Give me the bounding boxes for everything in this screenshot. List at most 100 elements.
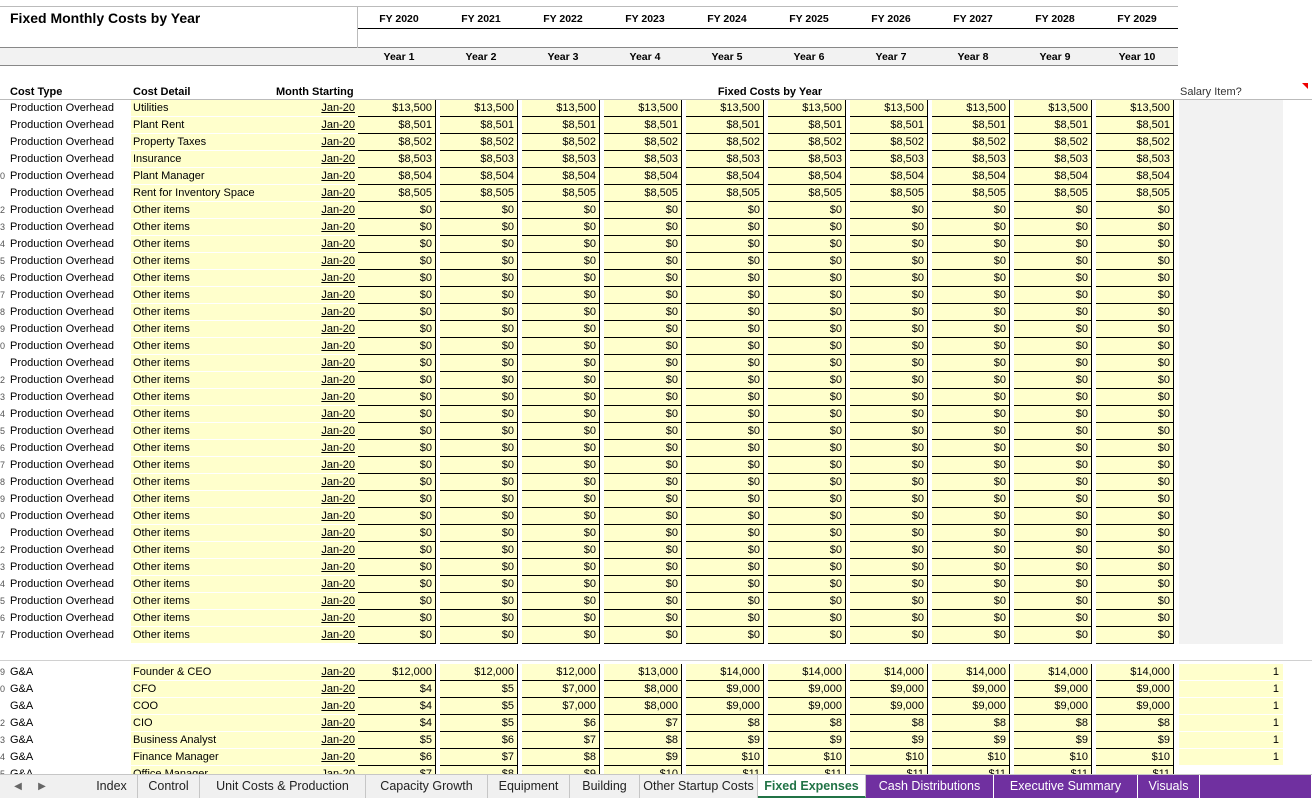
cost-detail-cell[interactable]: Other items [131,474,274,490]
fixed-cost-cell[interactable]: $13,500 [358,100,436,117]
fixed-cost-cell[interactable]: $8,502 [1014,134,1092,151]
fixed-cost-cell[interactable]: $0 [768,338,846,355]
fixed-cost-cell[interactable]: $0 [522,423,600,440]
fixed-cost-cell[interactable]: $0 [932,508,1010,525]
fixed-cost-cell[interactable]: $8,504 [850,168,928,185]
fixed-cost-cell[interactable]: $0 [440,406,518,423]
fixed-cost-cell[interactable]: $0 [850,576,928,593]
cost-type-cell[interactable]: Production Overhead [10,321,130,337]
cost-detail-cell[interactable]: Business Analyst [131,732,274,748]
fixed-cost-cell[interactable]: $8,503 [768,151,846,168]
tab-other-startup-costs[interactable]: Other Startup Costs [640,775,758,798]
fixed-cost-cell[interactable]: $0 [440,355,518,372]
fixed-cost-cell[interactable]: $8,504 [522,168,600,185]
cost-detail-cell[interactable]: Plant Manager [131,168,274,184]
month-starting-cell[interactable]: Jan-20 [274,664,358,680]
fixed-cost-cell[interactable]: $8,505 [604,185,682,202]
month-starting-cell[interactable]: Jan-20 [274,253,358,269]
fixed-cost-cell[interactable]: $0 [932,202,1010,219]
fixed-cost-cell[interactable]: $0 [522,576,600,593]
fixed-cost-cell[interactable]: $0 [440,627,518,644]
fixed-cost-cell[interactable]: $8 [522,749,600,766]
fixed-cost-cell[interactable]: $8,505 [768,185,846,202]
fixed-cost-cell[interactable]: $0 [850,610,928,627]
cost-detail-cell[interactable]: Rent for Inventory Space [131,185,274,201]
fixed-cost-cell[interactable]: $0 [1096,457,1174,474]
fixed-cost-cell[interactable]: $0 [358,202,436,219]
fixed-cost-cell[interactable]: $0 [768,202,846,219]
month-starting-cell[interactable]: Jan-20 [274,698,358,714]
fixed-cost-cell[interactable]: $8,501 [522,117,600,134]
fixed-cost-cell[interactable]: $0 [604,593,682,610]
fixed-cost-cell[interactable]: $11 [850,766,928,774]
fixed-cost-cell[interactable]: $11 [1096,766,1174,774]
fixed-cost-cell[interactable]: $8,501 [932,117,1010,134]
fixed-cost-cell[interactable]: $0 [604,525,682,542]
fixed-cost-cell[interactable]: $0 [440,525,518,542]
fixed-cost-cell[interactable]: $0 [358,338,436,355]
fixed-cost-cell[interactable]: $0 [686,491,764,508]
cost-detail-cell[interactable]: Other items [131,202,274,218]
fixed-cost-cell[interactable]: $0 [604,338,682,355]
cost-detail-cell[interactable]: Other items [131,321,274,337]
cost-type-cell[interactable]: Production Overhead [10,559,130,575]
fixed-cost-cell[interactable]: $8,504 [358,168,436,185]
fixed-cost-cell[interactable]: $8,505 [1014,185,1092,202]
tab-fixed-expenses[interactable]: Fixed Expenses [758,775,866,798]
cost-detail-cell[interactable]: Other items [131,610,274,626]
fixed-cost-cell[interactable]: $0 [932,576,1010,593]
fixed-cost-cell[interactable]: $8,504 [440,168,518,185]
fixed-cost-cell[interactable]: $8,504 [686,168,764,185]
fixed-cost-cell[interactable]: $0 [358,270,436,287]
cost-detail-cell[interactable]: Insurance [131,151,274,167]
fixed-cost-cell[interactable]: $0 [1014,253,1092,270]
fixed-cost-cell[interactable]: $0 [522,304,600,321]
fixed-cost-cell[interactable]: $0 [850,236,928,253]
fixed-cost-cell[interactable]: $0 [358,219,436,236]
fixed-cost-cell[interactable]: $0 [850,474,928,491]
fixed-cost-cell[interactable]: $0 [1014,576,1092,593]
fixed-cost-cell[interactable]: $12,000 [440,664,518,681]
fixed-cost-cell[interactable]: $0 [1014,355,1092,372]
fixed-cost-cell[interactable]: $0 [1096,372,1174,389]
fixed-cost-cell[interactable]: $11 [932,766,1010,774]
fixed-cost-cell[interactable]: $0 [358,491,436,508]
fixed-cost-cell[interactable]: $0 [932,559,1010,576]
fixed-cost-cell[interactable]: $8,505 [932,185,1010,202]
fixed-cost-cell[interactable]: $0 [686,627,764,644]
fixed-cost-cell[interactable]: $7 [440,749,518,766]
month-starting-cell[interactable]: Jan-20 [274,338,358,354]
fixed-cost-cell[interactable]: $0 [686,593,764,610]
fixed-cost-cell[interactable]: $8,501 [440,117,518,134]
fixed-cost-cell[interactable]: $5 [358,732,436,749]
fixed-cost-cell[interactable]: $0 [1096,559,1174,576]
fixed-cost-cell[interactable]: $8 [604,732,682,749]
fixed-cost-cell[interactable]: $8,503 [358,151,436,168]
fixed-cost-cell[interactable]: $0 [604,389,682,406]
fixed-cost-cell[interactable]: $0 [358,423,436,440]
month-starting-cell[interactable]: Jan-20 [274,168,358,184]
cost-detail-cell[interactable]: Other items [131,627,274,643]
month-starting-cell[interactable]: Jan-20 [274,610,358,626]
fixed-cost-cell[interactable]: $8,503 [440,151,518,168]
fixed-cost-cell[interactable]: $8,505 [522,185,600,202]
cost-detail-cell[interactable]: Other items [131,236,274,252]
fixed-cost-cell[interactable]: $8,502 [440,134,518,151]
cost-type-cell[interactable]: Production Overhead [10,406,130,422]
fixed-cost-cell[interactable]: $5 [440,681,518,698]
fixed-cost-cell[interactable]: $0 [1096,610,1174,627]
month-starting-cell[interactable]: Jan-20 [274,627,358,643]
tab-capacity-growth[interactable]: Capacity Growth [366,775,488,798]
month-starting-cell[interactable]: Jan-20 [274,576,358,592]
fixed-cost-cell[interactable]: $0 [1014,508,1092,525]
fixed-cost-cell[interactable]: $0 [768,270,846,287]
salary-item-cell[interactable]: 1 [1179,732,1283,748]
fixed-cost-cell[interactable]: $4 [358,698,436,715]
fixed-cost-cell[interactable]: $0 [440,508,518,525]
fixed-cost-cell[interactable]: $0 [522,542,600,559]
fixed-cost-cell[interactable]: $0 [604,559,682,576]
tab-building[interactable]: Building [570,775,640,798]
fixed-cost-cell[interactable]: $0 [604,406,682,423]
fixed-cost-cell[interactable]: $0 [768,355,846,372]
fixed-cost-cell[interactable]: $0 [1014,593,1092,610]
